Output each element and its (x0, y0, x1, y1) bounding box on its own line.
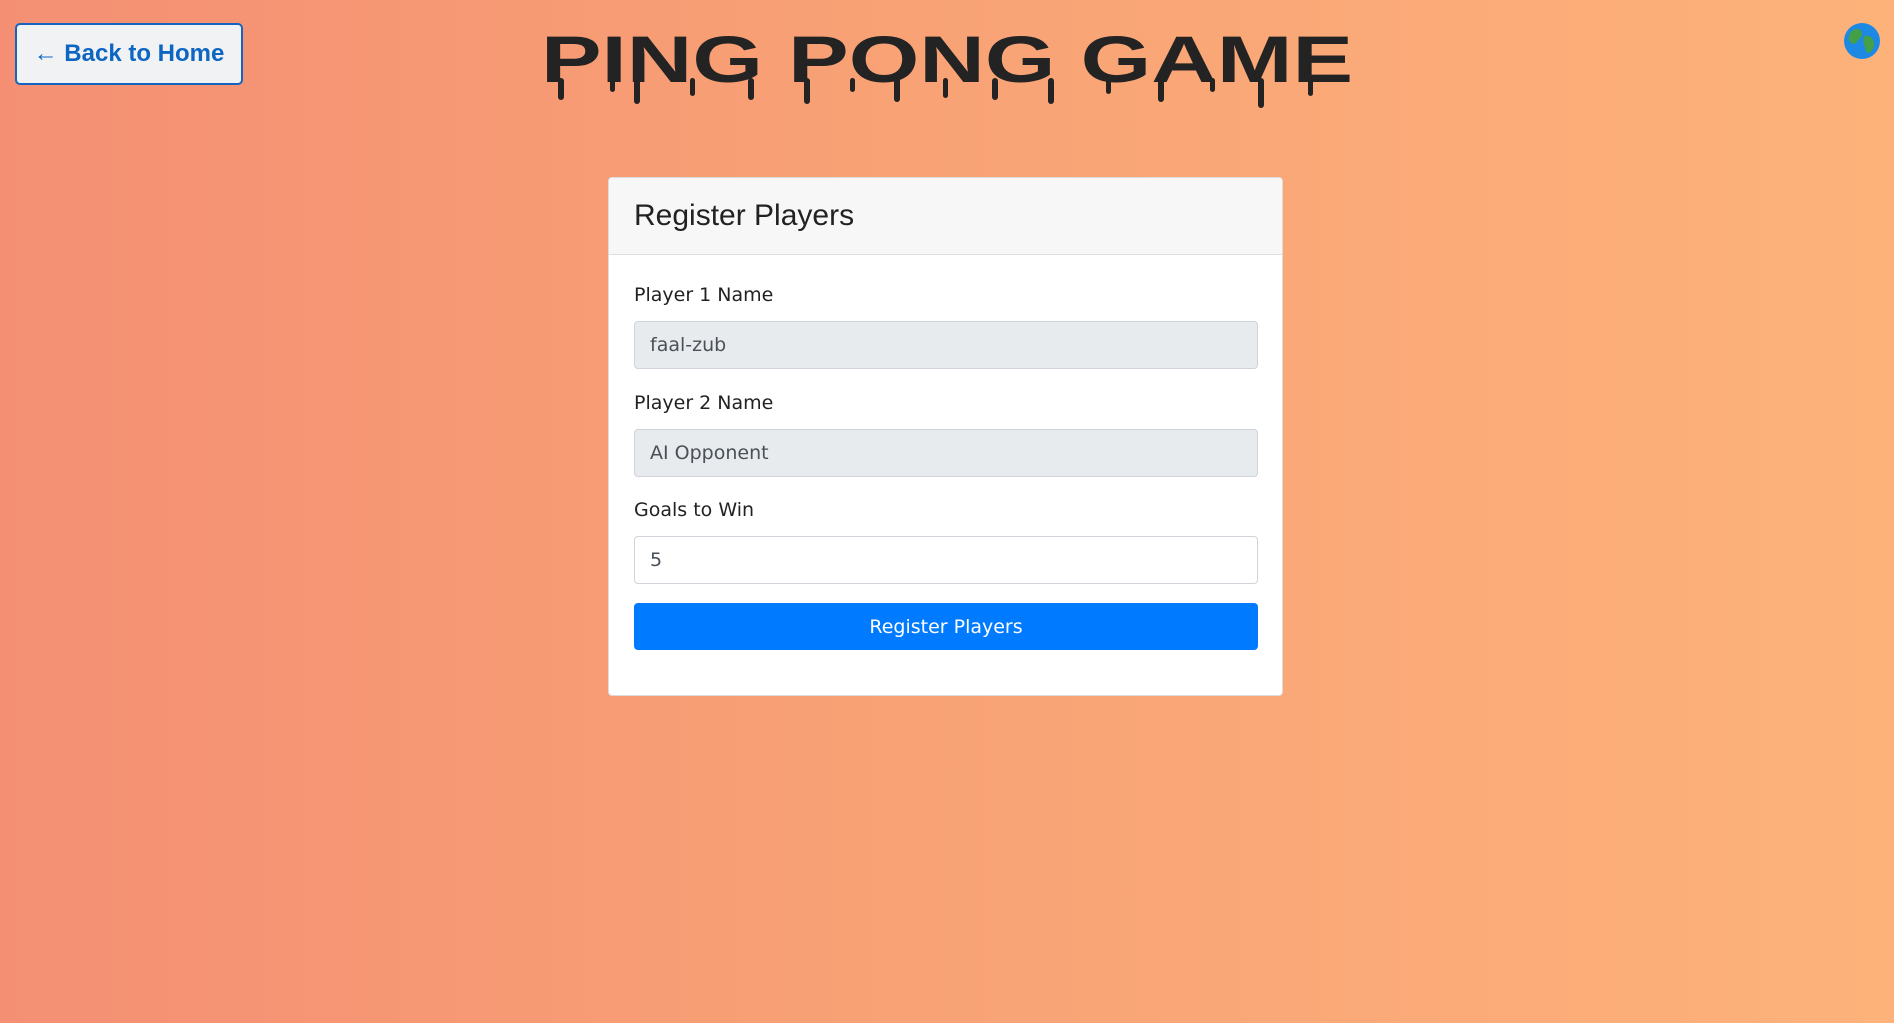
player1-input[interactable]: faal-zub (634, 321, 1258, 369)
card-heading: Register Players (609, 178, 1282, 255)
goals-to-win-label: Goals to Win (634, 499, 755, 521)
goals-to-win-input[interactable]: 5 (634, 536, 1258, 584)
player2-input[interactable]: AI Opponent (634, 429, 1258, 477)
back-to-home-button[interactable]: ← Back to Home (15, 23, 243, 85)
register-players-card: Register Players Player 1 Name faal-zub … (608, 177, 1283, 696)
globe-icon[interactable] (1843, 22, 1881, 60)
player1-label: Player 1 Name (634, 284, 774, 306)
game-title: PING PONG GAME (541, 22, 1353, 108)
player2-label: Player 2 Name (634, 392, 774, 414)
register-players-button[interactable]: Register Players (634, 603, 1258, 650)
